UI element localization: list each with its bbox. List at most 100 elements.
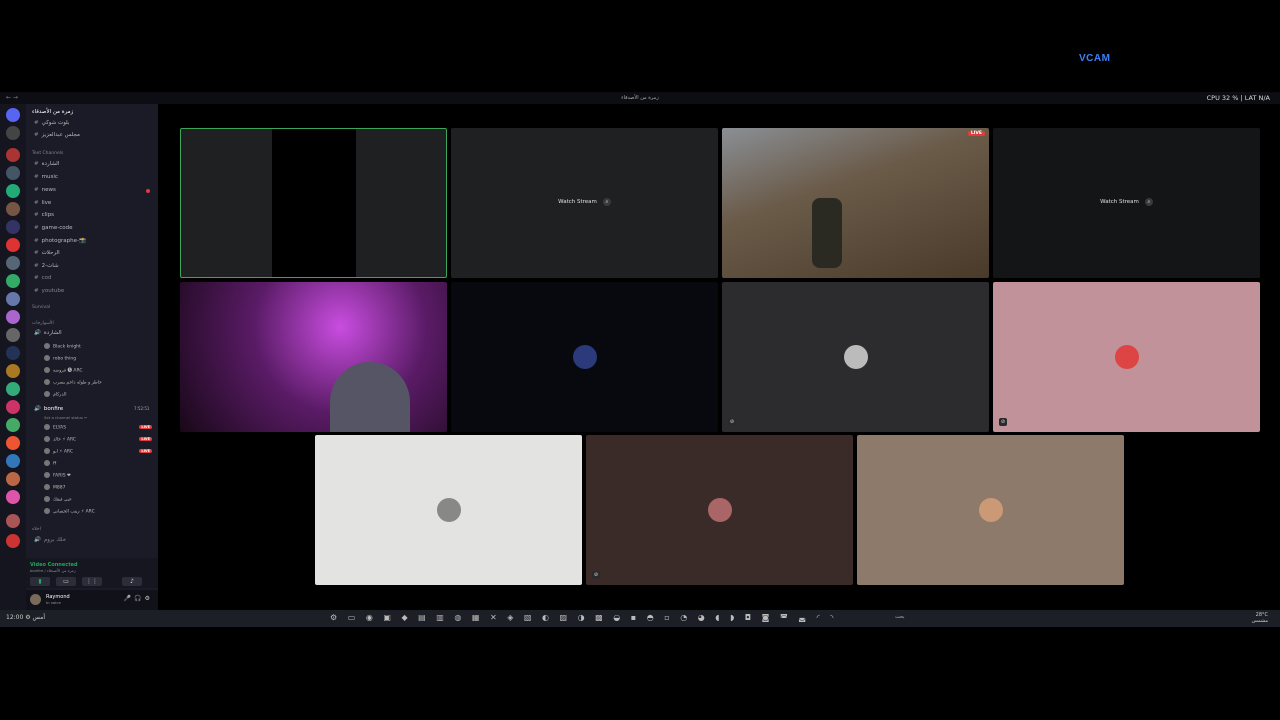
voice-category[interactable]: Survival (32, 305, 50, 310)
avatar (44, 448, 50, 454)
voice-channel[interactable]: 🔊 الشاردة (34, 330, 62, 336)
user-controls[interactable]: 🎤🎧⚙ (124, 595, 153, 602)
participant-tile[interactable]: ⊘ (722, 282, 989, 432)
participant-tile[interactable] (315, 435, 582, 585)
voice-user[interactable]: فروضه 🅢 ARC (44, 367, 83, 374)
taskbar-search[interactable]: بحث (895, 614, 905, 620)
server-icon[interactable] (6, 274, 20, 288)
user-panel: Raymond In voice 🎤🎧⚙ (26, 590, 158, 610)
voice-user[interactable]: ff (44, 460, 56, 467)
voice-user[interactable]: robo thing (44, 355, 76, 362)
server-icon[interactable] (6, 166, 20, 180)
server-icon[interactable] (6, 400, 20, 414)
vcam-overlay-label: VCAM (1079, 53, 1111, 64)
server-icon[interactable] (6, 220, 20, 234)
voice-user[interactable]: ELYAS (44, 424, 66, 431)
voice-location[interactable]: bonfire / زمرة من الأصدقاء (30, 568, 76, 573)
participant-tile[interactable] (857, 435, 1124, 585)
hash-icon: # (34, 132, 39, 138)
title-bar: ← → زمرة من الأصدقاء CPU 32 % | LAT N/A (0, 92, 1280, 104)
channel-item[interactable]: # شات-2 (34, 263, 59, 269)
activities-button[interactable]: ⋮⋮ (82, 577, 102, 586)
server-icon[interactable] (6, 514, 20, 528)
participant-tile[interactable] (451, 282, 718, 432)
channel-item[interactable]: # game-code (34, 225, 72, 231)
voice-user[interactable]: خالد ⚡ ARC (44, 436, 76, 443)
server-icon[interactable] (6, 256, 20, 270)
server-icon[interactable] (6, 364, 20, 378)
video-tile-active[interactable] (180, 128, 447, 278)
avatar (44, 379, 50, 385)
taskbar-left[interactable]: أمس ⚙ 12:00 (6, 614, 45, 621)
channel-item[interactable]: # بلوت شوكي (34, 120, 69, 126)
watch-stream-button[interactable]: Watch Stream ⌕ (451, 198, 718, 206)
voice-user[interactable]: الدركام (44, 391, 66, 398)
text-category[interactable]: Text Channels (32, 151, 63, 156)
server-icon[interactable] (6, 148, 20, 162)
channel-status[interactable]: Set a channel status ✏ (44, 415, 87, 420)
server-icon[interactable] (6, 490, 20, 504)
voice-user[interactable]: Black knight (44, 343, 81, 350)
avatar (44, 496, 50, 502)
server-name[interactable]: زمرة من الأصدقاء (32, 109, 73, 115)
channel-item[interactable]: # music (34, 174, 58, 180)
voice-user[interactable]: زيتب الحساني ⚡ ARC (44, 508, 95, 515)
discord-window: ← → زمرة من الأصدقاء CPU 32 % | LAT N/A … (0, 92, 1280, 610)
stream-tile[interactable]: Watch Stream ⌕ (993, 128, 1260, 278)
voice-user[interactable]: عبي فيفك (44, 496, 72, 503)
server-icon[interactable] (6, 184, 20, 198)
avatar (44, 391, 50, 397)
server-icon[interactable] (6, 346, 20, 360)
screen-share-button[interactable]: ▭ (56, 577, 76, 586)
voice-user[interactable]: FARIS ❤ (44, 472, 71, 479)
server-icon[interactable] (6, 418, 20, 432)
participant-tile[interactable]: ⊘ (586, 435, 853, 585)
voice-user[interactable]: حاطر و طوله داجم يسرب (44, 379, 102, 386)
participant-tile[interactable]: ⊘ (993, 282, 1260, 432)
server-icon[interactable] (6, 238, 20, 252)
soundboard-button[interactable]: ♪ (122, 577, 142, 586)
server-icon[interactable] (6, 382, 20, 396)
webcam-tile[interactable] (180, 282, 447, 432)
server-icon[interactable] (6, 126, 20, 140)
game-stream-tile[interactable]: LIVE (722, 128, 989, 278)
channel-item[interactable]: # مجلس عبدالعزيز (34, 132, 80, 138)
voice-channel[interactable]: 🔊 خلك بروم (34, 537, 66, 543)
server-icon[interactable] (6, 454, 20, 468)
nav-arrows[interactable]: ← → (6, 94, 18, 101)
watch-stream-button[interactable]: Watch Stream ⌕ (993, 198, 1260, 206)
unread-badge (146, 189, 150, 193)
channel-item[interactable]: # الرحلات (34, 250, 60, 256)
avatar (44, 472, 50, 478)
channel-timer: 7:52:51 (134, 406, 150, 411)
channel-item[interactable]: # clips (34, 212, 54, 218)
home-icon[interactable] (6, 108, 20, 122)
server-icon[interactable] (6, 534, 20, 548)
channel-item[interactable]: # photographe-📸 (34, 238, 86, 244)
server-icon[interactable] (6, 202, 20, 216)
server-icon[interactable] (6, 328, 20, 342)
weather-widget[interactable]: 28°C مشمس (1252, 612, 1268, 624)
channel-item[interactable]: # live (34, 200, 51, 206)
person-figure (330, 362, 410, 432)
server-icon[interactable] (6, 292, 20, 306)
voice-user[interactable]: M887 (44, 484, 65, 491)
camera-button[interactable]: ▮ (30, 577, 50, 586)
avatar (44, 460, 50, 466)
channel-item[interactable]: # youtube (34, 288, 64, 294)
avatar[interactable] (30, 594, 41, 605)
camera-off-icon: ⊘ (728, 418, 736, 426)
player-figure (812, 198, 842, 268)
voice-user[interactable]: ابو ⚡ ARC (44, 448, 73, 455)
channel-item[interactable]: # cod (34, 275, 52, 281)
server-icon[interactable] (6, 472, 20, 486)
other-category[interactable]: اخلاء (32, 527, 41, 532)
voice-channel-bonfire[interactable]: 🔊 bonfire (34, 406, 63, 412)
server-icon[interactable] (6, 436, 20, 450)
channel-item[interactable]: # news (34, 187, 56, 193)
server-icon[interactable] (6, 310, 20, 324)
taskbar-app-icons[interactable]: ⚙ ▭ ◉ ▣ ◆ ▤ ▥ ◍ ▦ ✕ ◈ ▧ ◐ ▨ ◑ ▩ ◒ ▪ ◓ ▫ … (330, 613, 837, 622)
voice-subcategory[interactable]: الأسوارجات (32, 321, 54, 326)
stream-tile[interactable]: Watch Stream ⌕ (451, 128, 718, 278)
channel-item[interactable]: # الشاردة (34, 161, 59, 167)
